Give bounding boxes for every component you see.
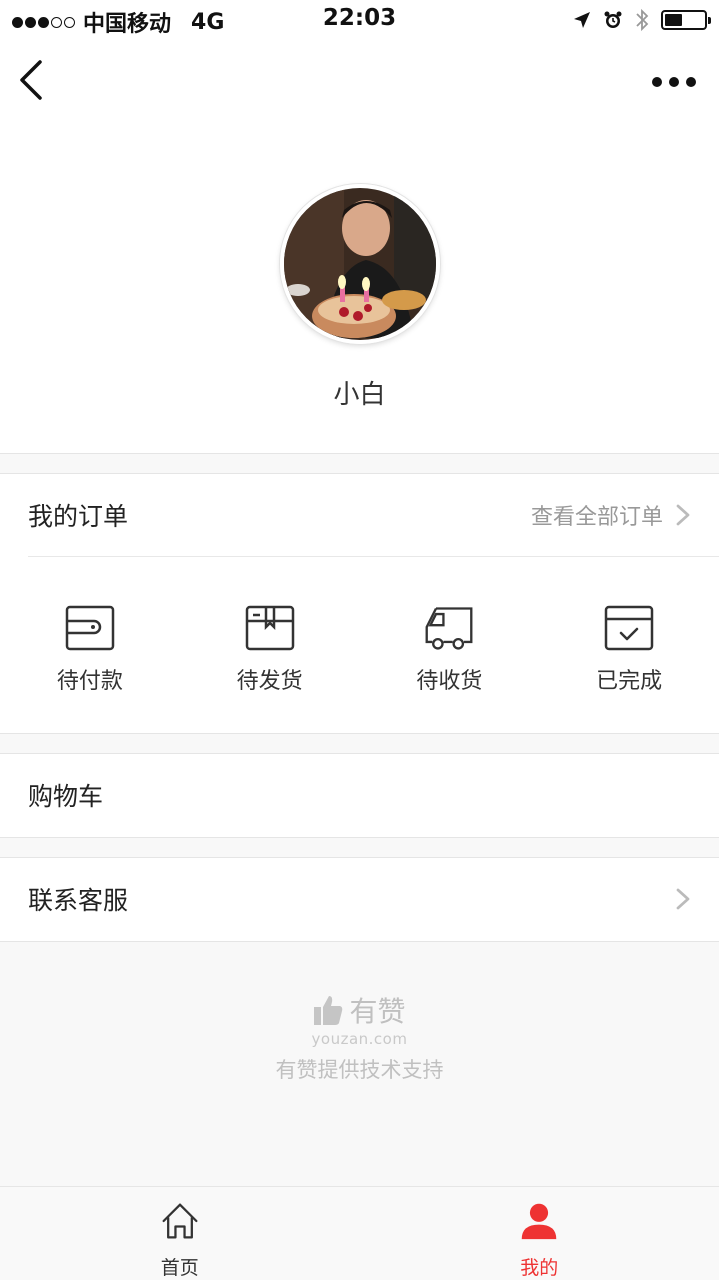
brand-name: 有赞 [349, 995, 406, 1028]
footer-brand: 有赞 youzan.com 有赞提供技术支持 [0, 990, 719, 1084]
avatar[interactable] [280, 184, 440, 344]
contact-service-row[interactable]: 联系客服 [0, 858, 719, 940]
alarm-icon [604, 11, 622, 28]
battery-icon [661, 10, 711, 30]
order-status-label: 待收货 [416, 669, 483, 694]
chevron-right-icon [676, 504, 690, 526]
truck-icon [425, 607, 473, 650]
view-all-orders-link[interactable]: 查看全部订单 [531, 499, 663, 531]
brand-logo: 有赞 [0, 990, 719, 1030]
cart-row[interactable]: 购物车 [0, 754, 719, 836]
tech-support-text: 有赞提供技术支持 [275, 1058, 444, 1082]
order-status-pending-receipt[interactable]: 待收货 [360, 557, 540, 733]
back-button[interactable] [12, 58, 52, 102]
cart-title: 购物车 [28, 782, 104, 811]
order-status-label: 已完成 [596, 669, 663, 694]
profile-header: 小白 [0, 120, 719, 454]
nav-bar [0, 40, 719, 120]
order-status-pending-shipment[interactable]: 待发货 [180, 557, 360, 733]
avatar-image [284, 188, 436, 340]
service-title: 联系客服 [28, 886, 129, 915]
order-status-pending-payment[interactable]: 待付款 [0, 557, 180, 733]
wallet-icon [65, 605, 115, 651]
package-icon [245, 605, 294, 651]
chevron-right-icon [676, 888, 690, 910]
service-card: 联系客服 [0, 857, 719, 942]
orders-card: 我的订单 查看全部订单 待付款 待发货 待收货 已完成 [0, 473, 719, 734]
more-button[interactable] [649, 70, 699, 94]
location-arrow-icon [574, 12, 590, 28]
orders-header-row[interactable]: 我的订单 查看全部订单 [0, 474, 719, 556]
battery-level [665, 14, 683, 26]
tab-mine[interactable]: 我的 [360, 1187, 719, 1280]
bluetooth-icon [636, 8, 649, 32]
thumbs-up-icon [314, 996, 343, 1025]
orders-title: 我的订单 [28, 502, 129, 531]
tab-bar: 首页 我的 [0, 1186, 719, 1280]
status-right [573, 8, 711, 32]
tab-home[interactable]: 首页 [0, 1187, 360, 1280]
username: 小白 [333, 380, 386, 410]
user-icon [521, 1203, 557, 1240]
home-icon [162, 1203, 198, 1239]
chevron-left-icon [20, 60, 42, 100]
order-status-grid: 待付款 待发货 待收货 已完成 [0, 557, 719, 733]
tab-label: 我的 [520, 1257, 559, 1279]
more-dots-icon [652, 77, 662, 87]
calendar-check-icon [604, 605, 654, 651]
order-status-label: 待发货 [236, 669, 303, 694]
brand-url: youzan.com [311, 1030, 408, 1048]
order-status-label: 待付款 [56, 669, 123, 694]
order-status-completed[interactable]: 已完成 [539, 557, 719, 733]
tab-label: 首页 [160, 1257, 199, 1279]
cart-card: 购物车 [0, 753, 719, 838]
status-bar: 中国移动 4G 22:03 [0, 0, 719, 40]
